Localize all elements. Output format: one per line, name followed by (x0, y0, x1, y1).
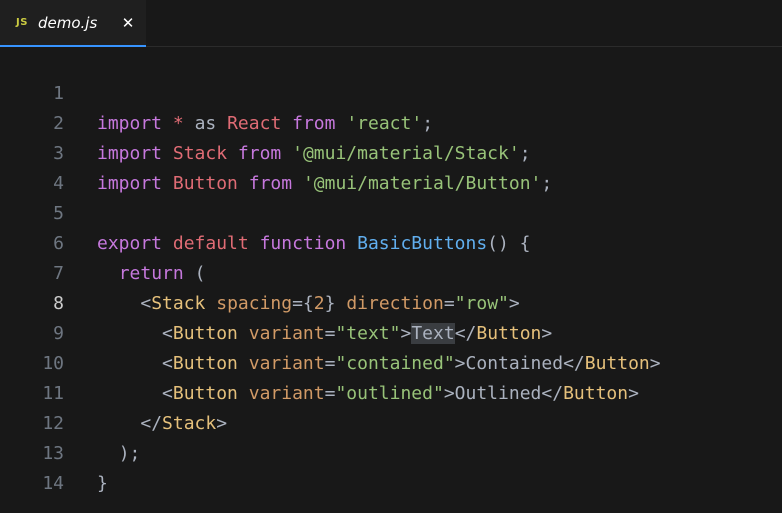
code-line: 7 <Stack spacing={2} direction="row"> (0, 229, 782, 314)
tab-bar: JS demo.js ✕ (0, 0, 782, 47)
code-line: 13 } (0, 409, 782, 494)
code-line: 2 import Stack from '@mui/material/Stack… (0, 79, 782, 164)
code-line: 9 <Button variant="contained">Contained<… (0, 289, 782, 374)
code-line: 5 export default function BasicButtons()… (0, 169, 782, 254)
code-line: 14 (0, 439, 782, 494)
code-line: 12 ); (0, 379, 782, 464)
code-editor-window: JS demo.js ✕ 1 import * as React from 'r… (0, 0, 782, 513)
editor-area[interactable]: 1 import * as React from 'react'; 2 impo… (0, 48, 782, 513)
code-line: 11 </Stack> (0, 349, 782, 434)
code-line: 4 (0, 139, 782, 194)
code-line: 10 <Button variant="outlined">Outlined</… (0, 319, 782, 404)
code-line: 3 import Button from '@mui/material/Butt… (0, 109, 782, 194)
code-line: 1 import * as React from 'react'; (0, 49, 782, 134)
code-line: 6 return ( (0, 199, 782, 284)
line-content: } (97, 469, 108, 499)
line-number: 14 (42, 473, 64, 494)
code-line-active: 8 <Button variant="text">Text</Button> (0, 259, 782, 344)
tab-demo-js[interactable]: JS demo.js ✕ (0, 0, 146, 47)
tab-label: demo.js (38, 14, 98, 32)
close-icon[interactable]: ✕ (118, 12, 138, 34)
javascript-file-icon: JS (16, 17, 28, 28)
token: } (97, 473, 108, 494)
